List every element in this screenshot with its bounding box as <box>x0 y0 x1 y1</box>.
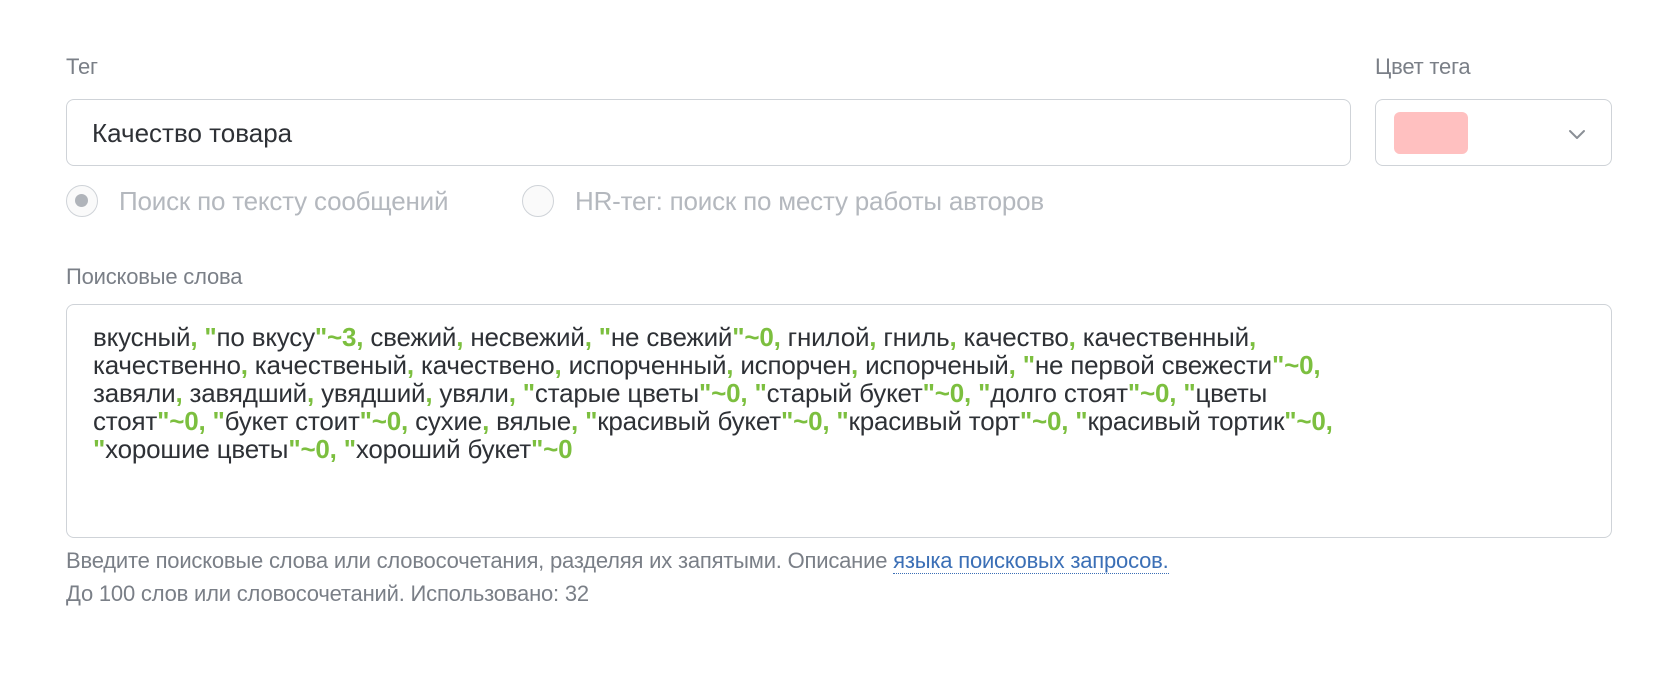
radio-button-selected[interactable] <box>66 185 98 217</box>
keywords-line: стоят"~0, "букет стоит"~0, сухие, вялые,… <box>93 407 1581 435</box>
keyword-token: стоят <box>93 406 158 436</box>
keyword-token: красивый букет <box>597 406 781 436</box>
keywords-line: "хорошие цветы"~0, "хороший букет"~0 <box>93 435 1581 463</box>
keyword-token: сухие <box>415 406 483 436</box>
keyword-operator: , <box>175 378 190 408</box>
keywords-hint-text: Введите поисковые слова или словосочетан… <box>66 548 894 573</box>
tag-label: Тег <box>66 54 98 79</box>
radio-label-hr-tag: HR-тег: поиск по месту работы авторов <box>575 185 1045 216</box>
keyword-token: хороший букет <box>355 434 531 464</box>
keyword-token: старый букет <box>766 378 923 408</box>
keyword-operator: " <box>93 434 106 464</box>
keyword-token: качественно <box>93 350 241 380</box>
keyword-token: испорчен <box>740 350 852 380</box>
keyword-operator: , " <box>190 322 217 352</box>
keyword-operator: , " <box>584 322 611 352</box>
radio-label-search-text: Поиск по тексту сообщений <box>119 185 449 216</box>
keyword-operator: "~0, <box>359 406 416 436</box>
keyword-operator: , " <box>1008 350 1035 380</box>
keyword-token: не первой свежести <box>1034 350 1272 380</box>
keyword-operator: , <box>1248 322 1257 352</box>
keywords-line: вкусный, "по вкусу"~3, свежий, несвежий,… <box>93 323 1581 351</box>
keyword-operator: , <box>554 350 569 380</box>
keyword-operator: , <box>1068 322 1083 352</box>
tag-color-select[interactable] <box>1375 99 1612 166</box>
keywords-text[interactable]: вкусный, "по вкусу"~3, свежий, несвежий,… <box>93 323 1581 463</box>
keyword-operator: , <box>425 378 440 408</box>
keyword-operator: "~0, " <box>1127 378 1196 408</box>
keywords-hint: Введите поисковые слова или словосочетан… <box>66 548 1169 574</box>
keyword-operator: , <box>482 406 497 436</box>
radio-hr-tag[interactable]: HR-тег: поиск по месту работы авторов <box>522 183 1044 219</box>
keyword-operator: "~0, <box>1284 406 1333 436</box>
keyword-token: свежий <box>370 322 457 352</box>
keyword-token: вкусный <box>93 322 191 352</box>
keyword-operator: "~0, <box>1271 350 1321 380</box>
keyword-operator: , <box>726 350 741 380</box>
keyword-operator: , " <box>508 378 535 408</box>
keyword-token: качество <box>963 322 1069 352</box>
keyword-operator: "~0, " <box>922 378 991 408</box>
keyword-token: испорченный <box>568 350 727 380</box>
keywords-usage-counter: До 100 слов или словосочетаний. Использо… <box>66 581 589 606</box>
query-language-link[interactable]: языка поисковых запросов. <box>893 548 1169 574</box>
keyword-token: букет стоит <box>224 406 360 436</box>
keyword-token: качественный <box>1082 322 1249 352</box>
keywords-textarea[interactable]: вкусный, "по вкусу"~3, свежий, несвежий,… <box>66 304 1612 538</box>
keyword-operator: , <box>869 322 884 352</box>
keyword-token: увядший <box>321 378 426 408</box>
chevron-down-icon[interactable] <box>1565 122 1589 146</box>
keyword-token: завядший <box>189 378 308 408</box>
keyword-token: гниль <box>883 322 950 352</box>
tag-color-label: Цвет тега <box>1375 54 1471 79</box>
radio-button-unselected[interactable] <box>522 185 554 217</box>
color-swatch <box>1394 112 1468 154</box>
radio-search-by-text[interactable]: Поиск по тексту сообщений <box>66 183 448 219</box>
keyword-token: старые цветы <box>534 378 700 408</box>
keyword-token: не свежий <box>610 322 733 352</box>
keywords-line: завяли, завядший, увядший, увяли, "стары… <box>93 379 1581 407</box>
keywords-label: Поисковые слова <box>66 264 243 289</box>
keyword-operator: "~0, <box>732 322 788 352</box>
keyword-operator: "~0, " <box>157 406 225 436</box>
keyword-token: завяли <box>93 378 176 408</box>
keyword-token: несвежий <box>470 322 585 352</box>
keyword-operator: "~3, <box>314 322 371 352</box>
keyword-operator: , <box>949 322 964 352</box>
keyword-operator: "~0, " <box>699 378 767 408</box>
tag-name-input[interactable]: Качество товара <box>66 99 1351 166</box>
keyword-token: испорченый <box>865 350 1009 380</box>
keyword-operator: , <box>307 378 322 408</box>
keyword-operator: , <box>851 350 866 380</box>
keywords-line: качественно, качественый, качествено, ис… <box>93 351 1581 379</box>
keyword-operator: "~0, " <box>781 406 849 436</box>
keyword-operator: , " <box>571 406 598 436</box>
keyword-token: красивый торт <box>848 406 1021 436</box>
keyword-operator: , <box>456 322 471 352</box>
keyword-token: качественый <box>254 350 407 380</box>
keyword-token: гнилой <box>787 322 870 352</box>
keyword-operator: , <box>406 350 421 380</box>
keyword-token: долго стоят <box>990 378 1128 408</box>
keyword-token: по вкусу <box>216 322 316 352</box>
radio-dot <box>75 194 88 207</box>
tag-name-value[interactable]: Качество товара <box>92 118 292 149</box>
keyword-token: красивый тортик <box>1087 406 1285 436</box>
keyword-token: хорошие цветы <box>105 434 289 464</box>
keyword-operator: "~0, " <box>1019 406 1088 436</box>
keyword-token: цветы <box>1195 378 1268 408</box>
keyword-token: вялые <box>496 406 572 436</box>
keyword-token: увяли <box>439 378 509 408</box>
keyword-operator: "~0, " <box>288 434 356 464</box>
keyword-operator: , <box>240 350 255 380</box>
keyword-token: качествено <box>420 350 555 380</box>
keyword-operator: "~0 <box>530 434 573 464</box>
